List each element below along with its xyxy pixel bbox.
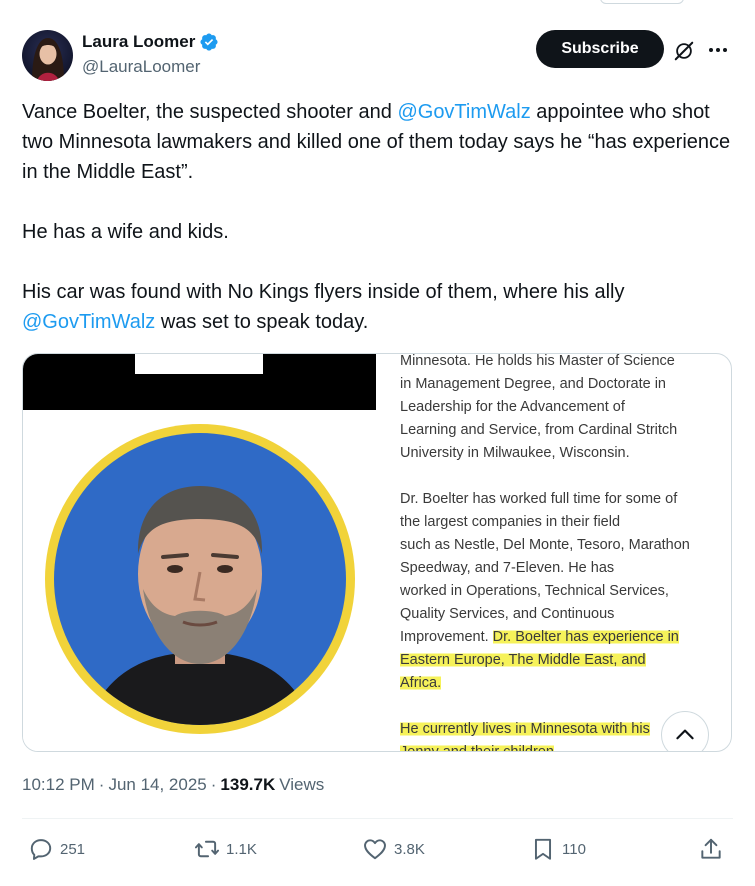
doc-line: Quality Services, and Continuous bbox=[400, 606, 615, 622]
top-partial-button bbox=[600, 0, 684, 4]
like-count: 3.8K bbox=[394, 840, 425, 858]
tweet-actions: 251 1.1K 3.8K 110 bbox=[22, 836, 733, 868]
chevron-up-icon bbox=[676, 729, 694, 740]
doc-line: Africa. bbox=[400, 672, 725, 695]
reply-icon bbox=[30, 839, 52, 860]
doc-highlight: Dr. Boelter has experience in bbox=[492, 629, 679, 645]
repost-icon bbox=[194, 840, 220, 858]
repost-button[interactable]: 1.1K bbox=[194, 836, 257, 862]
share-icon bbox=[701, 838, 721, 859]
doc-line: in Management Degree, and Doctorate in bbox=[400, 376, 666, 392]
tweet-text-span: His car was found with No Kings flyers i… bbox=[22, 281, 625, 303]
tweet-meta: 10:12 PM · Jun 14, 2025 · 139.7K Views bbox=[22, 775, 324, 795]
tweet-text-span: Vance Boelter, the suspected shooter and bbox=[22, 101, 398, 123]
doc-line: Minnesota. He holds his Master of Scienc… bbox=[400, 353, 675, 369]
display-name[interactable]: Laura Loomer bbox=[82, 32, 195, 52]
bookmark-count: 110 bbox=[562, 840, 586, 858]
more-icon[interactable] bbox=[706, 38, 730, 62]
doc-highlight: Jenny and their children bbox=[400, 744, 554, 751]
doc-line: Speedway, and 7-Eleven. He has bbox=[400, 560, 615, 576]
doc-highlight: He currently lives in Minnesota with his bbox=[400, 721, 650, 737]
reply-count: 251 bbox=[60, 840, 86, 858]
like-button[interactable]: 3.8K bbox=[362, 836, 425, 862]
tweet-paragraph-1: Vance Boelter, the suspected shooter and… bbox=[22, 97, 732, 187]
doc-line: Learning and Service, from Cardinal Stri… bbox=[400, 422, 678, 438]
verified-badge-icon bbox=[200, 33, 218, 51]
name-row: Laura Loomer bbox=[82, 32, 219, 52]
tweet-media-image[interactable]: Minnesota. He holds his Master of Scienc… bbox=[22, 353, 732, 752]
tweet-text: Vance Boelter, the suspected shooter and… bbox=[22, 97, 732, 337]
doc-highlight: Eastern Europe, The Middle East, and bbox=[400, 652, 646, 668]
subscribe-button[interactable]: Subscribe bbox=[536, 30, 664, 68]
divider bbox=[22, 818, 733, 819]
portrait-panel bbox=[23, 354, 376, 751]
doc-line: Improvement. Dr. Boelter has experience … bbox=[400, 629, 679, 645]
avatar[interactable] bbox=[22, 30, 73, 81]
mention-link[interactable]: @GovTimWalz bbox=[397, 101, 530, 123]
meta-separator: · bbox=[210, 775, 217, 794]
tweet-header: Laura Loomer @LauraLoomer Subscribe bbox=[22, 28, 741, 84]
tweet-paragraph-2: He has a wife and kids. bbox=[22, 221, 229, 243]
document-text: Minnesota. He holds his Master of Scienc… bbox=[400, 353, 725, 751]
doc-line: University in Milwaukee, Wisconsin. bbox=[400, 445, 630, 461]
doc-paragraph-2: Dr. Boelter has worked full time for som… bbox=[400, 488, 725, 626]
doc-line: the largest companies in their field bbox=[400, 514, 621, 530]
meta-separator: · bbox=[98, 775, 105, 794]
doc-line: Eastern Europe, The Middle East, and bbox=[400, 649, 725, 672]
heart-icon bbox=[364, 839, 386, 860]
expand-media-button[interactable] bbox=[661, 711, 709, 751]
grok-icon[interactable] bbox=[673, 40, 695, 62]
reply-button[interactable]: 251 bbox=[28, 836, 85, 862]
views-label: Views bbox=[279, 775, 325, 794]
tweet-paragraph-3: His car was found with No Kings flyers i… bbox=[22, 277, 732, 337]
doc-line: worked in Operations, Technical Services… bbox=[400, 583, 669, 599]
mention-link[interactable]: @GovTimWalz bbox=[22, 311, 155, 333]
doc-line: Dr. Boelter has worked full time for som… bbox=[400, 491, 678, 507]
doc-line: such as Nestle, Del Monte, Tesoro, Marat… bbox=[400, 537, 690, 553]
portrait-photo bbox=[45, 424, 355, 734]
tweet-text-span: was set to speak today. bbox=[155, 311, 369, 333]
tweet-time[interactable]: 10:12 PM bbox=[22, 775, 95, 795]
handle[interactable]: @LauraLoomer bbox=[82, 57, 200, 77]
bookmark-icon bbox=[534, 838, 552, 860]
tweet-date[interactable]: Jun 14, 2025 bbox=[108, 775, 206, 795]
views-count: 139.7K bbox=[220, 775, 276, 794]
header-tab bbox=[135, 354, 263, 374]
repost-count: 1.1K bbox=[226, 840, 257, 858]
bookmark-button[interactable]: 110 bbox=[530, 836, 586, 862]
doc-paragraph-1: Minnesota. He holds his Master of Scienc… bbox=[400, 353, 725, 465]
doc-line: Leadership for the Advancement of bbox=[400, 399, 625, 415]
share-button[interactable] bbox=[698, 836, 724, 862]
doc-highlight: Africa. bbox=[400, 675, 442, 691]
